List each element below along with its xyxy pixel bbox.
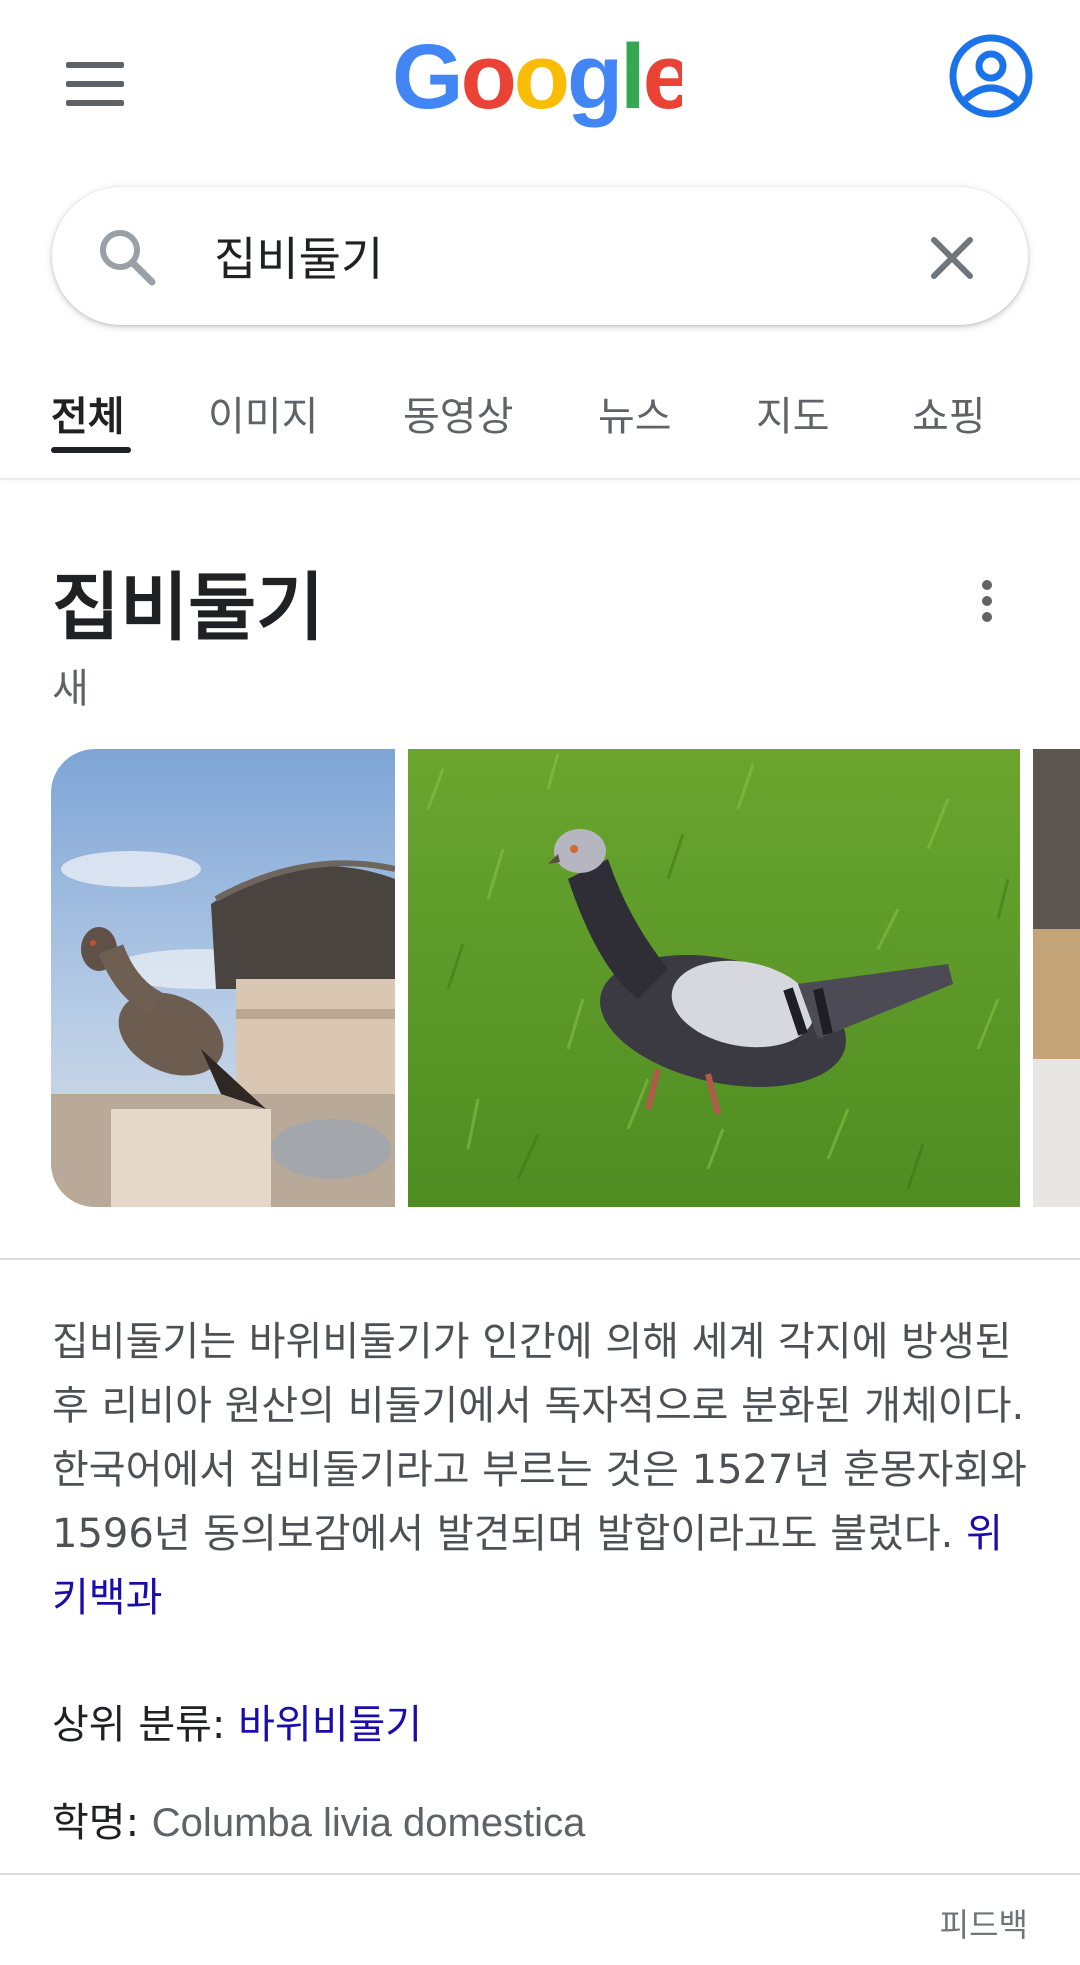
kp-subtitle: 새 <box>52 666 89 712</box>
kp-description: 집비둘기는 바위비둘기가 인간에 의해 세계 각지에 방생된 후 리비아 원산의… <box>52 1310 1032 1630</box>
scientific-name-value: Columba livia domestica <box>151 1801 586 1845</box>
google-logo[interactable]: Google <box>392 30 682 140</box>
tab-images[interactable]: 이미지 <box>208 384 318 480</box>
tab-videos[interactable]: 동영상 <box>403 384 513 480</box>
google-logo-text: Google <box>392 30 682 128</box>
pigeon-grass-image[interactable] <box>408 749 1020 1207</box>
pigeon-third-image[interactable] <box>1033 749 1080 1207</box>
kp-title: 집비둘기 <box>52 565 325 651</box>
section-divider <box>0 1258 1080 1260</box>
fact-label: 학명: <box>52 1800 152 1846</box>
search-input[interactable] <box>214 218 894 294</box>
fact-label: 상위 분류: <box>52 1702 239 1748</box>
fact-scientific-name: 학명: Columba livia domestica <box>52 1790 585 1848</box>
tabs-divider <box>0 478 1080 480</box>
active-tab-indicator <box>51 447 131 453</box>
tab-news[interactable]: 뉴스 <box>598 384 672 480</box>
feedback-link[interactable]: 피드백 <box>940 1900 1028 1946</box>
search-icon[interactable] <box>96 226 158 288</box>
section-divider <box>0 1873 1080 1875</box>
hamburger-menu-icon[interactable] <box>66 62 124 106</box>
more-vertical-icon[interactable] <box>968 574 1004 628</box>
pigeon-rooftop-image[interactable] <box>51 749 395 1207</box>
close-icon[interactable] <box>924 230 980 286</box>
kp-description-text: 집비둘기는 바위비둘기가 인간에 의해 세계 각지에 방생된 후 리비아 원산의… <box>52 1319 1027 1557</box>
fact-parent-taxon: 상위 분류: 바위비둘기 <box>52 1692 422 1750</box>
search-tabs: 전체 이미지 동영상 뉴스 지도 쇼핑 <box>0 370 1080 480</box>
parent-taxon-link[interactable]: 바위비둘기 <box>238 1702 422 1748</box>
tab-shopping[interactable]: 쇼핑 <box>912 384 986 480</box>
tab-all[interactable]: 전체 <box>51 384 125 480</box>
tab-maps[interactable]: 지도 <box>756 384 830 480</box>
account-circle-icon[interactable] <box>947 32 1035 120</box>
